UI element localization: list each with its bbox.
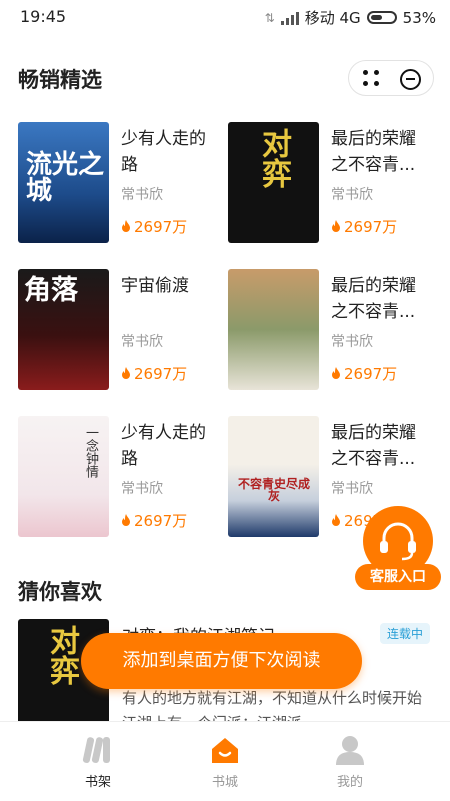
flame-icon: [122, 367, 130, 379]
status-time: 19:45: [20, 7, 67, 26]
user-icon: [336, 736, 364, 765]
flame-icon: [332, 367, 340, 379]
data-arrows-icon: ⇅: [264, 10, 275, 25]
book-heat: 2697万: [121, 363, 187, 384]
customer-service-button[interactable]: 客服入口: [355, 506, 441, 590]
bottom-tab-bar: 书架 书城 我的: [0, 721, 450, 801]
book-heat: 2697万: [121, 216, 187, 237]
book-heat: 2697万: [121, 510, 187, 531]
book-card[interactable]: 对弈 最后的荣耀之不容青... 常书欣 2697万: [228, 122, 428, 247]
more-icon[interactable]: [363, 70, 381, 88]
book-cover: 流光之城: [18, 122, 109, 243]
status-indicators: ⇅ 移动 4G 53%: [265, 7, 436, 28]
book-title: 少有人走的路: [121, 423, 206, 469]
book-author: 常书欣: [331, 187, 373, 203]
book-author: 常书欣: [331, 334, 373, 350]
flame-icon: [332, 220, 340, 232]
book-author: 常书欣: [121, 334, 163, 350]
book-cover: 一念钟情: [18, 416, 109, 537]
battery-percent: 53%: [402, 8, 436, 27]
book-title: 最后的荣耀之不容青...: [331, 129, 416, 175]
flame-icon: [122, 514, 130, 526]
book-title: 宇宙偷渡: [121, 276, 189, 296]
flame-icon: [332, 514, 340, 526]
carrier-label: 移动 4G: [304, 9, 361, 27]
tab-label: 我的: [336, 775, 363, 790]
add-to-desktop-button[interactable]: 添加到桌面方便下次阅读: [81, 633, 362, 689]
section-title-guess: 猜你喜欢: [18, 580, 102, 604]
book-card[interactable]: 最后的荣耀之不容青... 常书欣 2697万: [228, 269, 428, 394]
book-title: 少有人走的路: [121, 129, 206, 175]
book-title: 最后的荣耀之不容青...: [331, 423, 416, 469]
signal-icon: [280, 11, 299, 25]
book-author: 常书欣: [331, 481, 373, 497]
book-cover: [228, 269, 319, 390]
customer-service-label: 客服入口: [355, 564, 441, 590]
book-card[interactable]: 角落 宇宙偷渡 常书欣 2697万: [18, 269, 218, 394]
section-title-bestsellers: 畅销精选: [18, 68, 102, 92]
battery-icon: [366, 11, 397, 24]
book-card[interactable]: 流光之城 少有人走的路 常书欣 2697万: [18, 122, 218, 247]
status-badge: 连载中: [380, 623, 431, 644]
book-cover: 对弈: [228, 122, 319, 243]
book-title: 最后的荣耀之不容青...: [331, 276, 416, 322]
bookshelf-icon: [82, 737, 110, 763]
home-icon: [212, 738, 238, 763]
book-card[interactable]: 一念钟情 少有人走的路 常书欣 2697万: [18, 416, 218, 541]
book-cover: 不容青史尽成灰: [228, 416, 319, 537]
tab-mine[interactable]: 我的: [275, 722, 425, 801]
book-author: 常书欣: [121, 481, 163, 497]
flame-icon: [122, 220, 130, 232]
book-heat: 2697万: [331, 363, 397, 384]
status-bar: 19:45 ⇅ 移动 4G 53%: [0, 0, 450, 34]
close-miniprogram-icon[interactable]: [400, 69, 421, 90]
book-author: 常书欣: [121, 187, 163, 203]
book-heat: 2697万: [331, 216, 397, 237]
miniprogram-capsule: [348, 60, 434, 96]
book-cover: 角落: [18, 269, 109, 390]
